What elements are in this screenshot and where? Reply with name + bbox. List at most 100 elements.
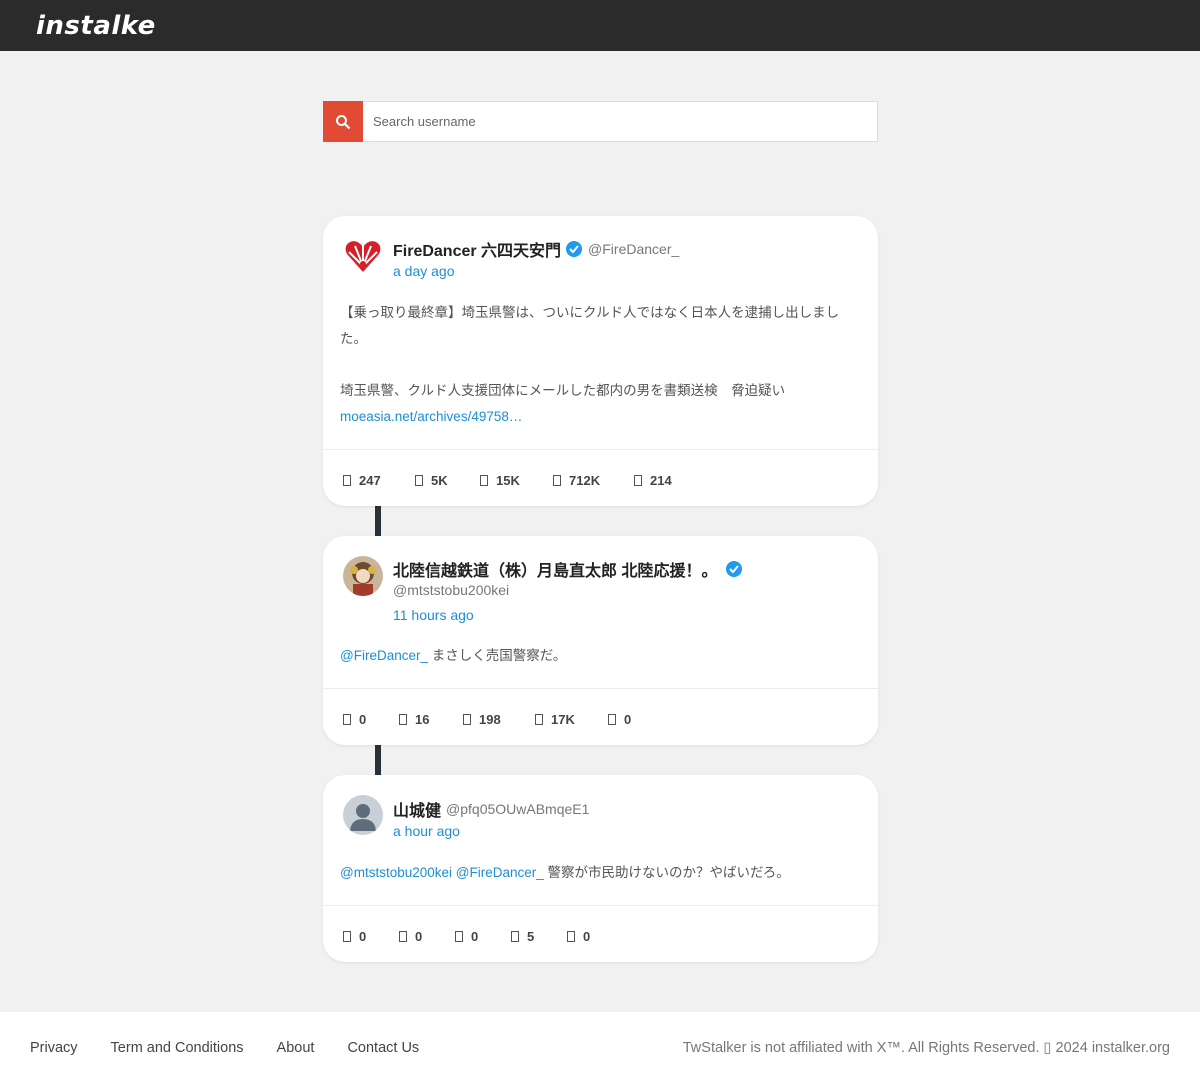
search-input[interactable] (363, 101, 878, 142)
tweet-user-line: 北陸信越鉄道（株）月島直太郎 北陸応援！。 (393, 557, 743, 581)
tweet-time[interactable]: a hour ago (393, 823, 460, 839)
heart-icon (455, 931, 463, 942)
retweet-stat[interactable]: 0 (399, 929, 455, 944)
copyright-text: TwStalker is not affiliated with X™. All… (682, 1040, 1170, 1056)
like-stat[interactable]: 198 (463, 712, 535, 727)
retweet-icon (399, 931, 407, 942)
tweet-text-line: 埼玉県警、クルド人支援団体にメールした都内の男を書類送検 脅迫疑い (340, 383, 786, 398)
mention-link[interactable]: @FireDancer_ (340, 648, 428, 663)
like-count: 198 (479, 712, 501, 727)
tweet-text: @FireDancer_ まさしく売国警察だ。 (340, 643, 861, 669)
verified-badge-icon (566, 241, 583, 257)
retweet-stat[interactable]: 16 (399, 712, 463, 727)
avatar[interactable] (343, 556, 383, 596)
tweet-text: @mtststobu200kei @FireDancer_ 警察が市民助けないの… (340, 860, 861, 886)
like-count: 0 (471, 929, 479, 944)
user-name[interactable]: 山城健 (393, 797, 441, 821)
tweet-text-line: た。 (340, 331, 367, 346)
user-handle[interactable]: @pfq05OUwABmqeE1 (446, 801, 589, 817)
view-stat[interactable]: 17K (535, 712, 608, 727)
tweet-stats: 247 5K 15K 712K 214 (343, 473, 672, 488)
tweet-user-line: FireDancer 六四天安門 @FireDancer_ (393, 237, 679, 261)
thread-connector (375, 744, 381, 776)
retweet-count: 16 (415, 712, 430, 727)
default-avatar-icon (343, 795, 383, 835)
avatar[interactable] (343, 236, 383, 276)
footer-link-contact[interactable]: Contact Us (347, 1040, 419, 1056)
bookmark-stat[interactable]: 0 (608, 712, 631, 727)
top-bar: instalker (0, 0, 1200, 51)
reply-stat[interactable]: 0 (343, 712, 399, 727)
avatar[interactable] (343, 795, 383, 835)
reply-count: 0 (359, 712, 367, 727)
tweet-user-line: 山城健 @pfq05OUwABmqeE1 (393, 797, 589, 821)
avatar-heart-image (343, 236, 383, 276)
tweet-time[interactable]: a day ago (393, 263, 455, 279)
mention-link[interactable]: @mtststobu200kei (340, 865, 452, 880)
verified-badge-icon (726, 561, 743, 577)
footer-links: Privacy Term and Conditions About Contac… (30, 1040, 452, 1056)
retweet-stat[interactable]: 5K (415, 473, 480, 488)
bookmark-stat[interactable]: 0 (567, 929, 590, 944)
retweet-count: 5K (431, 473, 448, 488)
retweet-icon (415, 475, 423, 486)
tweet-card: 北陸信越鉄道（株）月島直太郎 北陸応援！。 @mtststobu200kei 1… (323, 536, 878, 745)
tweet-time[interactable]: 11 hours ago (393, 607, 474, 623)
user-name[interactable]: FireDancer 六四天安門 (393, 237, 561, 261)
bookmark-icon (634, 475, 642, 486)
tweet-card: 山城健 @pfq05OUwABmqeE1 a hour ago @mtststo… (323, 775, 878, 962)
view-count: 5 (527, 929, 535, 944)
user-name[interactable]: 北陸信越鉄道（株）月島直太郎 北陸応援！。 (393, 557, 717, 581)
search-button[interactable] (323, 101, 363, 142)
reply-icon (343, 714, 351, 725)
footer-link-privacy[interactable]: Privacy (30, 1040, 78, 1056)
reply-count: 0 (359, 929, 367, 944)
bookmark-icon (567, 931, 575, 942)
footer: Privacy Term and Conditions About Contac… (0, 1012, 1200, 1083)
views-icon (511, 931, 519, 942)
bookmark-stat[interactable]: 214 (634, 473, 672, 488)
tweet-text-body: まさしく売国警察だ。 (427, 648, 567, 663)
divider (323, 449, 878, 450)
like-stat[interactable]: 0 (455, 929, 511, 944)
logo[interactable]: instalker (28, 10, 156, 41)
reply-icon (343, 475, 351, 486)
bookmark-icon (608, 714, 616, 725)
logo-text: instalker (36, 10, 156, 41)
tweet-stats: 0 0 0 5 0 (343, 929, 590, 944)
tweet-text-line: 【乗っ取り最終章】埼玉県警は、ついにクルド人ではなく日本人を逮捕し出しまし (340, 305, 840, 320)
tweet-card: FireDancer 六四天安門 @FireDancer_ a day ago … (323, 216, 878, 506)
retweet-icon (399, 714, 407, 725)
views-icon (553, 475, 561, 486)
view-count: 17K (551, 712, 575, 727)
reply-stat[interactable]: 0 (343, 929, 399, 944)
reply-icon (343, 931, 351, 942)
tweet-text: 【乗っ取り最終章】埼玉県警は、ついにクルド人ではなく日本人を逮捕し出しまし た。… (340, 300, 861, 430)
divider (323, 688, 878, 689)
mention-link[interactable]: @FireDancer_ (456, 865, 544, 880)
reply-count: 247 (359, 473, 381, 488)
user-handle[interactable]: @FireDancer_ (588, 241, 679, 257)
user-handle[interactable]: @mtststobu200kei (393, 582, 509, 598)
like-count: 15K (496, 473, 520, 488)
heart-icon (463, 714, 471, 725)
retweet-count: 0 (415, 929, 423, 944)
heart-icon (480, 475, 488, 486)
footer-link-about[interactable]: About (277, 1040, 315, 1056)
bookmark-count: 0 (583, 929, 591, 944)
view-stat[interactable]: 712K (553, 473, 634, 488)
tweet-link[interactable]: moeasia.net/archives/49758… (340, 404, 861, 430)
reply-stat[interactable]: 247 (343, 473, 415, 488)
footer-link-terms[interactable]: Term and Conditions (111, 1040, 244, 1056)
thread-connector (375, 505, 381, 537)
search-icon (336, 114, 351, 129)
avatar-character-image (343, 556, 383, 596)
view-count: 712K (569, 473, 601, 488)
bookmark-count: 214 (650, 473, 672, 488)
view-stat[interactable]: 5 (511, 929, 567, 944)
like-stat[interactable]: 15K (480, 473, 553, 488)
views-icon (535, 714, 543, 725)
bookmark-count: 0 (624, 712, 632, 727)
tweet-stats: 0 16 198 17K 0 (343, 712, 631, 727)
divider (323, 905, 878, 906)
